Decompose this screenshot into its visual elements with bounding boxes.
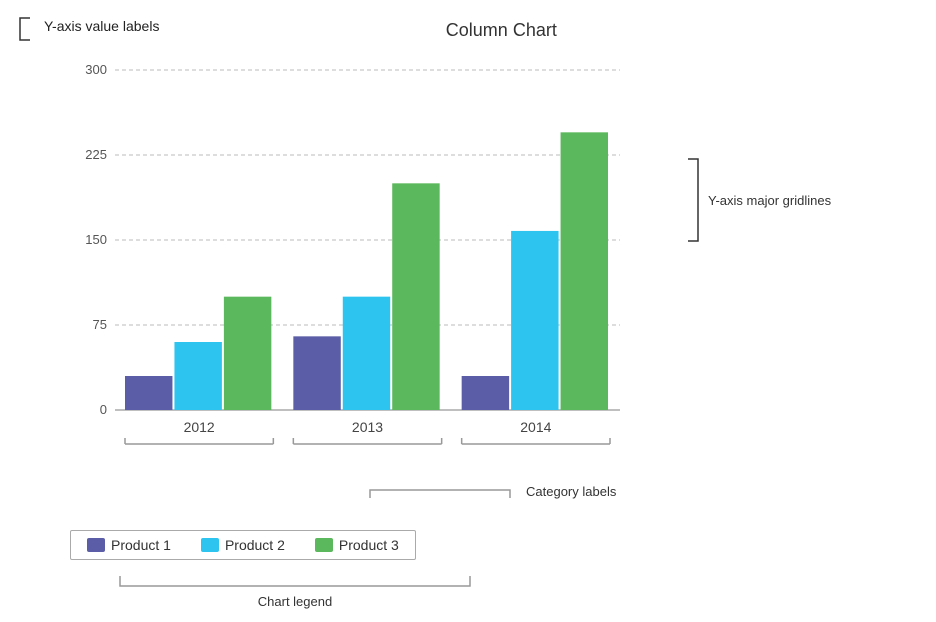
svg-text:150: 150 [85,232,107,247]
legend-label-product1: Product 1 [111,537,171,553]
chart-svg: 0 75 150 225 300 2012 2013 2014 [60,60,640,460]
svg-text:300: 300 [85,62,107,77]
chart-legend-annotation-container: Chart legend [110,572,480,609]
legend-label-product2: Product 2 [225,537,285,553]
y-axis-gridlines-text: Y-axis major gridlines [708,193,831,208]
svg-text:2014: 2014 [520,419,551,435]
chart-title: Column Chart [446,20,557,41]
legend-item-product1: Product 1 [87,537,171,553]
svg-text:2012: 2012 [184,419,215,435]
y-axis-labels-annotation: Y-axis value labels [30,18,159,34]
svg-text:225: 225 [85,147,107,162]
legend-swatch-product2 [201,538,219,552]
legend-item-product3: Product 3 [315,537,399,553]
svg-text:2013: 2013 [352,419,383,435]
legend-item-product2: Product 2 [201,537,285,553]
svg-text:75: 75 [93,317,107,332]
legend-swatch-product3 [315,538,333,552]
chart-legend-text: Chart legend [258,594,332,609]
legend-swatch-product1 [87,538,105,552]
chart-legend: Product 1 Product 2 Product 3 [70,530,416,560]
legend-label-product3: Product 3 [339,537,399,553]
y-axis-label-text: Y-axis value labels [44,18,159,34]
page-container: Y-axis value labels Column Chart 0 75 150 2… [0,0,936,622]
y-axis-gridlines-annotation-container: Y-axis major gridlines [680,155,831,245]
category-labels-annotation-container: Category labels [360,480,616,502]
chart-svg-container: 0 75 150 225 300 2012 2013 2014 [60,60,640,460]
svg-text:0: 0 [100,402,107,417]
category-labels-text: Category labels [526,484,616,499]
